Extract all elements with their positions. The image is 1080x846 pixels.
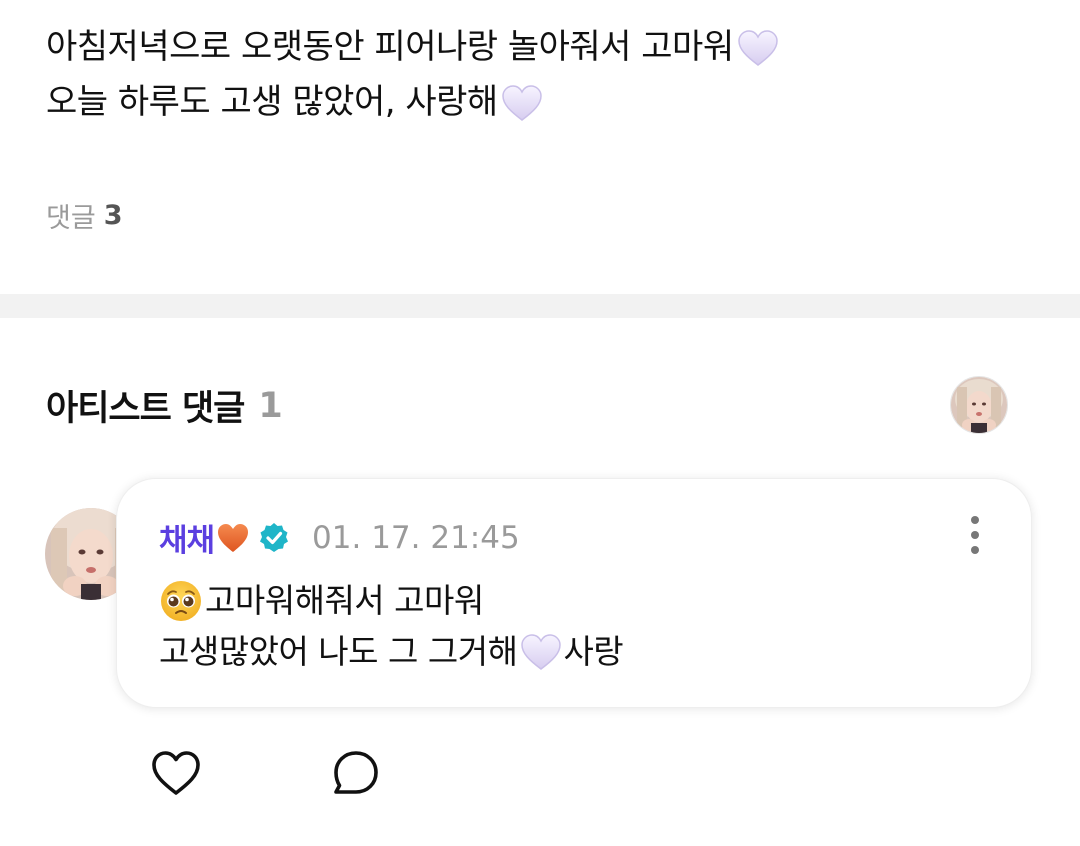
white-heart-icon xyxy=(737,29,778,66)
comment-body: 고마워해줘서 고마워 고생많았어 나도 그 그거해 사랑 xyxy=(159,575,624,677)
comment-actions xyxy=(150,748,382,798)
comment-text-2b: 사랑 xyxy=(563,632,624,671)
post-line-1: 아침저녁으로 오랫동안 피어나랑 놀아줘서 고마워 xyxy=(46,20,1036,75)
white-heart-icon xyxy=(521,633,562,670)
white-heart-icon xyxy=(501,84,542,121)
comment-count-value: 3 xyxy=(103,200,123,231)
artist-comments-header: 아티스트 댓글 1 xyxy=(46,380,283,431)
comment-author-name[interactable]: 채채 xyxy=(159,515,215,560)
post-text-2: 오늘 하루도 고생 많았어, 사랑해 xyxy=(46,82,498,122)
comment-meta: 채채 01. 17. 21:45 xyxy=(159,515,520,560)
post-line-2: 오늘 하루도 고생 많았어, 사랑해 xyxy=(46,75,1036,130)
comment-count-label: 댓글 xyxy=(46,203,96,234)
more-vertical-icon[interactable] xyxy=(969,515,981,555)
comment-text-1: 고마워해줘서 고마워 xyxy=(205,581,484,620)
comment-timestamp: 01. 17. 21:45 xyxy=(312,519,520,556)
artist-comments-title: 아티스트 댓글 xyxy=(46,389,245,429)
comment-line-2: 고생많았어 나도 그 그거해 사랑 xyxy=(159,626,624,677)
orange-heart-icon xyxy=(218,523,249,552)
pleading-face-icon xyxy=(161,580,201,621)
comment-line-1: 고마워해줘서 고마워 xyxy=(159,575,623,626)
comment-text-2a: 고생많았어 나도 그 그거해 xyxy=(159,632,518,671)
comment-count-link[interactable]: 댓글 3 xyxy=(46,196,122,235)
verified-badge-icon xyxy=(260,522,289,552)
artist-comments-count: 1 xyxy=(258,385,282,426)
post-text-1: 아침저녁으로 오랫동안 피어나랑 놀아줘서 고마워 xyxy=(46,27,734,67)
artist-avatar-small[interactable] xyxy=(950,376,1008,434)
post-body: 아침저녁으로 오랫동안 피어나랑 놀아줘서 고마워 오늘 하루도 고생 많았어,… xyxy=(46,20,1036,130)
heart-outline-icon[interactable] xyxy=(150,748,202,798)
section-divider xyxy=(0,294,1080,318)
artist-comment-card: 채채 01. 17. 21:45 고마워해줘서 고마워 고생많았어 나도 그 그… xyxy=(116,478,1032,708)
avatar-image xyxy=(951,377,1007,433)
comment-bubble-icon[interactable] xyxy=(330,748,382,798)
